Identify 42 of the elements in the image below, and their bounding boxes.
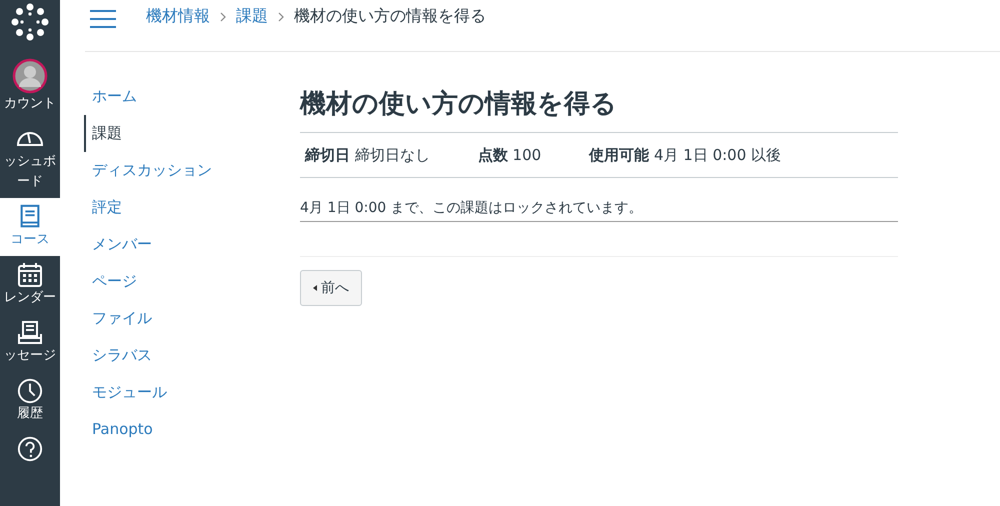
chevron-icon	[278, 12, 284, 22]
nav-item[interactable]: レンダー	[0, 256, 60, 314]
inbox-icon	[17, 320, 43, 346]
course-nav-link[interactable]: シラバス	[84, 337, 300, 374]
course-nav-link[interactable]: モジュール	[84, 374, 300, 411]
course-nav-link[interactable]: ディスカッション	[84, 152, 300, 189]
nav-label: レンダー	[3, 289, 57, 307]
calendar-icon	[17, 262, 43, 288]
menu-icon[interactable]	[90, 9, 116, 29]
chevron-icon	[220, 12, 226, 22]
detail-text: 使用可能 4月 1日 0:00 以後	[589, 145, 782, 166]
previous-button[interactable]: 前へ	[300, 270, 362, 306]
nav-label: ッセージ	[3, 347, 57, 365]
nav-item[interactable]: 履歴	[0, 372, 60, 430]
course-nav-link[interactable]: ホーム	[84, 78, 300, 115]
gauge-icon	[17, 132, 43, 146]
caret-icon	[313, 285, 317, 291]
nav-item[interactable]: カウント	[0, 52, 60, 120]
course-nav-link[interactable]: 評定	[84, 189, 300, 226]
nav-label: 履歴	[16, 405, 44, 423]
nav-item[interactable]: ッシュボード	[0, 120, 60, 198]
course-nav-link[interactable]: ページ	[84, 263, 300, 300]
course-nav-link[interactable]: 課題	[84, 115, 300, 152]
breadcrumb-link[interactable]: 機材の使い方の情報を得る	[294, 5, 486, 27]
detail-text: 点数 100	[478, 145, 542, 166]
assignment-title: 機材の使い方の情報を得る	[300, 86, 898, 133]
lock-message: 4月 1日 0:00 まで、この課題はロックされています。	[300, 178, 898, 222]
course-nav-link[interactable]: ファイル	[84, 300, 300, 337]
detail-text: 締切日 締切日なし	[305, 145, 430, 166]
breadcrumb-link[interactable]: 課題	[236, 5, 268, 27]
nav-label: コース	[10, 231, 50, 249]
breadcrumb-link[interactable]: 機材情報	[146, 5, 210, 27]
nav-item[interactable]: ッセージ	[0, 314, 60, 372]
avatar-icon	[12, 58, 48, 94]
course-nav-link[interactable]: メンバー	[84, 226, 300, 263]
nav-label: カウント	[3, 95, 57, 113]
course-nav-link[interactable]: Panopto	[84, 411, 300, 448]
clock-icon	[17, 378, 43, 404]
logo-icon	[10, 2, 50, 42]
help-icon	[17, 436, 43, 462]
nav-item[interactable]: コース	[0, 198, 60, 256]
nav-label: ッシュボード	[3, 153, 57, 191]
